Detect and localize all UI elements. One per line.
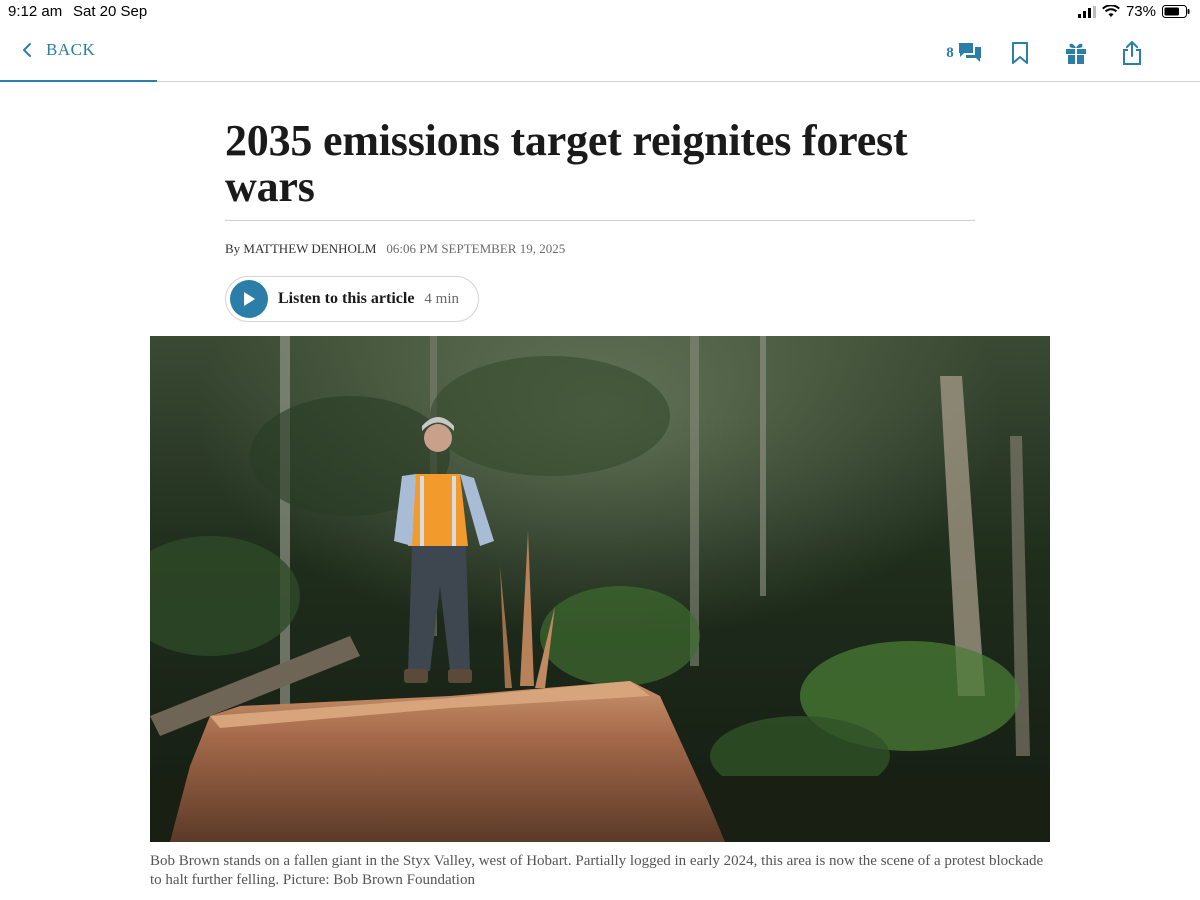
wifi-icon <box>1102 5 1120 17</box>
status-bar: 9:12 am Sat 20 Sep 73% <box>0 0 1200 24</box>
article-headline: 2035 emissions target reignites forest w… <box>225 116 908 211</box>
share-button[interactable] <box>1104 38 1160 68</box>
hero-photo[interactable] <box>150 336 1050 842</box>
nav-bar: BACK 8 <box>0 24 1200 82</box>
share-icon <box>1123 41 1141 65</box>
back-label: BACK <box>46 40 96 59</box>
comments-button[interactable]: 8 <box>936 38 992 68</box>
byline-author[interactable]: By MATTHEW DENHOLM <box>225 241 376 257</box>
byline-timestamp: 06:06 PM SEPTEMBER 19, 2025 <box>386 241 566 256</box>
comments-icon <box>958 43 981 62</box>
listen-label: Listen to this article <box>278 290 415 307</box>
signal-icon <box>1077 5 1096 18</box>
headline-divider <box>225 220 975 221</box>
gift-button[interactable] <box>1048 38 1104 68</box>
comments-count: 8 <box>946 44 954 61</box>
bookmark-button[interactable] <box>992 38 1048 68</box>
listen-duration: 4 min <box>424 290 460 307</box>
status-time: 9:12 am <box>8 3 63 20</box>
nav-actions: 8 <box>936 38 1160 68</box>
gift-icon <box>1066 43 1086 64</box>
chevron-left-icon <box>23 43 31 57</box>
bookmark-icon <box>1012 42 1028 64</box>
nav-active-indicator <box>0 80 157 82</box>
battery-percent: 73% <box>1125 3 1156 20</box>
byline: By MATTHEW DENHOLM 06:06 PM SEPTEMBER 19… <box>225 241 565 257</box>
play-icon <box>230 280 268 318</box>
listen-button[interactable]: Listen to this article 4 min <box>225 276 479 322</box>
photo-caption: Bob Brown stands on a fallen giant in th… <box>150 853 1044 888</box>
status-indicators: 73% <box>1077 3 1190 20</box>
back-button[interactable]: BACK <box>22 40 95 60</box>
forest-photo-illustration <box>150 336 1050 842</box>
battery-icon <box>1162 5 1190 18</box>
status-date: Sat 20 Sep <box>73 3 148 20</box>
